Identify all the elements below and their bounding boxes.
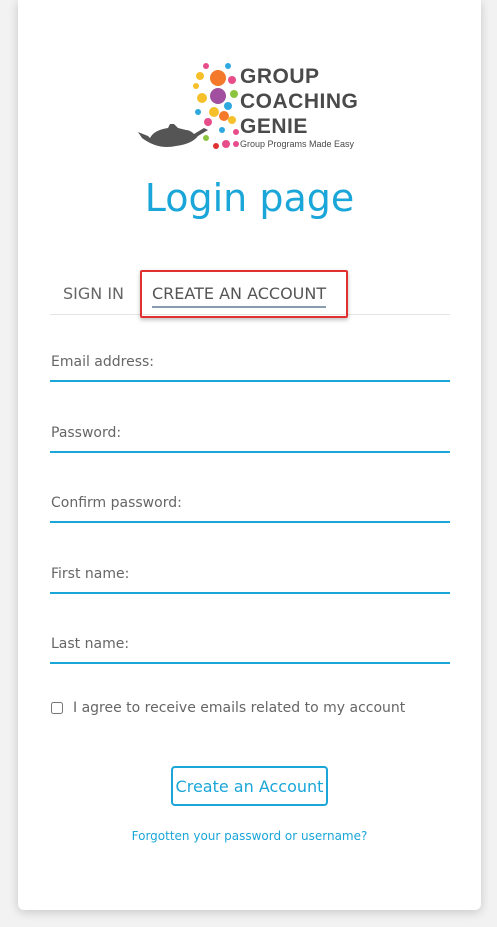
logo-line-genie: GENIE <box>240 115 308 138</box>
tab-highlight-box <box>140 270 348 318</box>
agree-row: I agree to receive emails related to my … <box>51 700 405 716</box>
last-name-field[interactable] <box>50 632 450 662</box>
tab-sign-in[interactable]: SIGN IN <box>63 284 124 303</box>
forgot-password-link[interactable]: Forgotten your password or username? <box>18 829 481 843</box>
logo-line-group: GROUP <box>240 65 320 88</box>
page-title: Login page <box>144 176 355 220</box>
password-field[interactable] <box>50 421 450 451</box>
email-field[interactable] <box>50 350 450 380</box>
last-name-field-wrapper <box>50 632 450 664</box>
confirm-password-field[interactable] <box>50 491 450 521</box>
group-coaching-genie-logo: GROUP COACHING GENIE Group Programs Made… <box>128 58 390 154</box>
logo-line-coaching: COACHING <box>240 90 359 113</box>
agree-label: I agree to receive emails related to my … <box>73 700 406 716</box>
first-name-field-wrapper <box>50 562 450 594</box>
logo-tagline: Group Programs Made Easy <box>240 139 355 149</box>
confirm-password-field-wrapper <box>50 491 450 523</box>
email-field-wrapper <box>50 350 450 382</box>
create-account-button[interactable]: Create an Account <box>171 766 328 806</box>
agree-checkbox[interactable] <box>51 702 63 714</box>
login-card: GROUP COACHING GENIE Group Programs Made… <box>18 0 481 910</box>
password-field-wrapper <box>50 421 450 453</box>
first-name-field[interactable] <box>50 562 450 592</box>
genie-lamp-icon <box>138 63 239 149</box>
